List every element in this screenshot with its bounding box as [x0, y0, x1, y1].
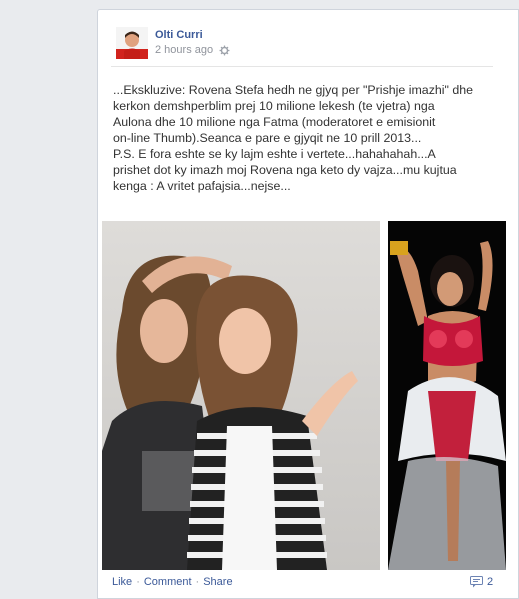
post-text-line: Aulona dhe 10 milione nga Fatma (moderat… — [113, 115, 436, 129]
post-meta: 2 hours ago — [155, 44, 230, 56]
post-text-line: kerkon demshperblim prej 10 milione leke… — [113, 99, 435, 113]
post-actions: Like · Comment · Share — [112, 576, 233, 588]
timestamp[interactable]: 2 hours ago — [155, 44, 213, 56]
like-link[interactable]: Like — [112, 576, 132, 588]
comment-count-value: 2 — [487, 576, 494, 588]
post-text-line: on-line Thumb).Seanca e pare e gjyqit ne… — [113, 131, 422, 145]
post-photo-dancer[interactable] — [388, 221, 506, 570]
post-photo-two-women[interactable] — [102, 221, 380, 570]
avatar[interactable] — [116, 27, 148, 59]
comment-link[interactable]: Comment — [144, 576, 192, 588]
post-text-line: kenga : A vritet pafajsia...nejse... — [113, 179, 291, 193]
comment-count[interactable]: 2 — [470, 576, 493, 588]
news-feed-post: Olti Curri 2 hours ago ...Ekskluzive: Ro… — [97, 9, 519, 599]
post-text-line: ...Ekskluzive: Rovena Stefa hedh ne gjyq… — [113, 83, 474, 97]
comment-bubble-icon — [470, 576, 483, 588]
share-link[interactable]: Share — [203, 576, 232, 588]
post-text: ...Ekskluzive: Rovena Stefa hedh ne gjyq… — [113, 82, 498, 194]
post-text-line: prishet dot ky imazh moj Rovena nga keto… — [113, 163, 457, 177]
separator: · — [136, 576, 140, 588]
gear-icon[interactable] — [219, 45, 230, 56]
post-text-line: P.S. E fora eshte se ky lajm eshte i ver… — [113, 147, 436, 161]
header-divider — [111, 66, 493, 67]
author-name[interactable]: Olti Curri — [155, 29, 203, 41]
separator: · — [195, 576, 200, 588]
